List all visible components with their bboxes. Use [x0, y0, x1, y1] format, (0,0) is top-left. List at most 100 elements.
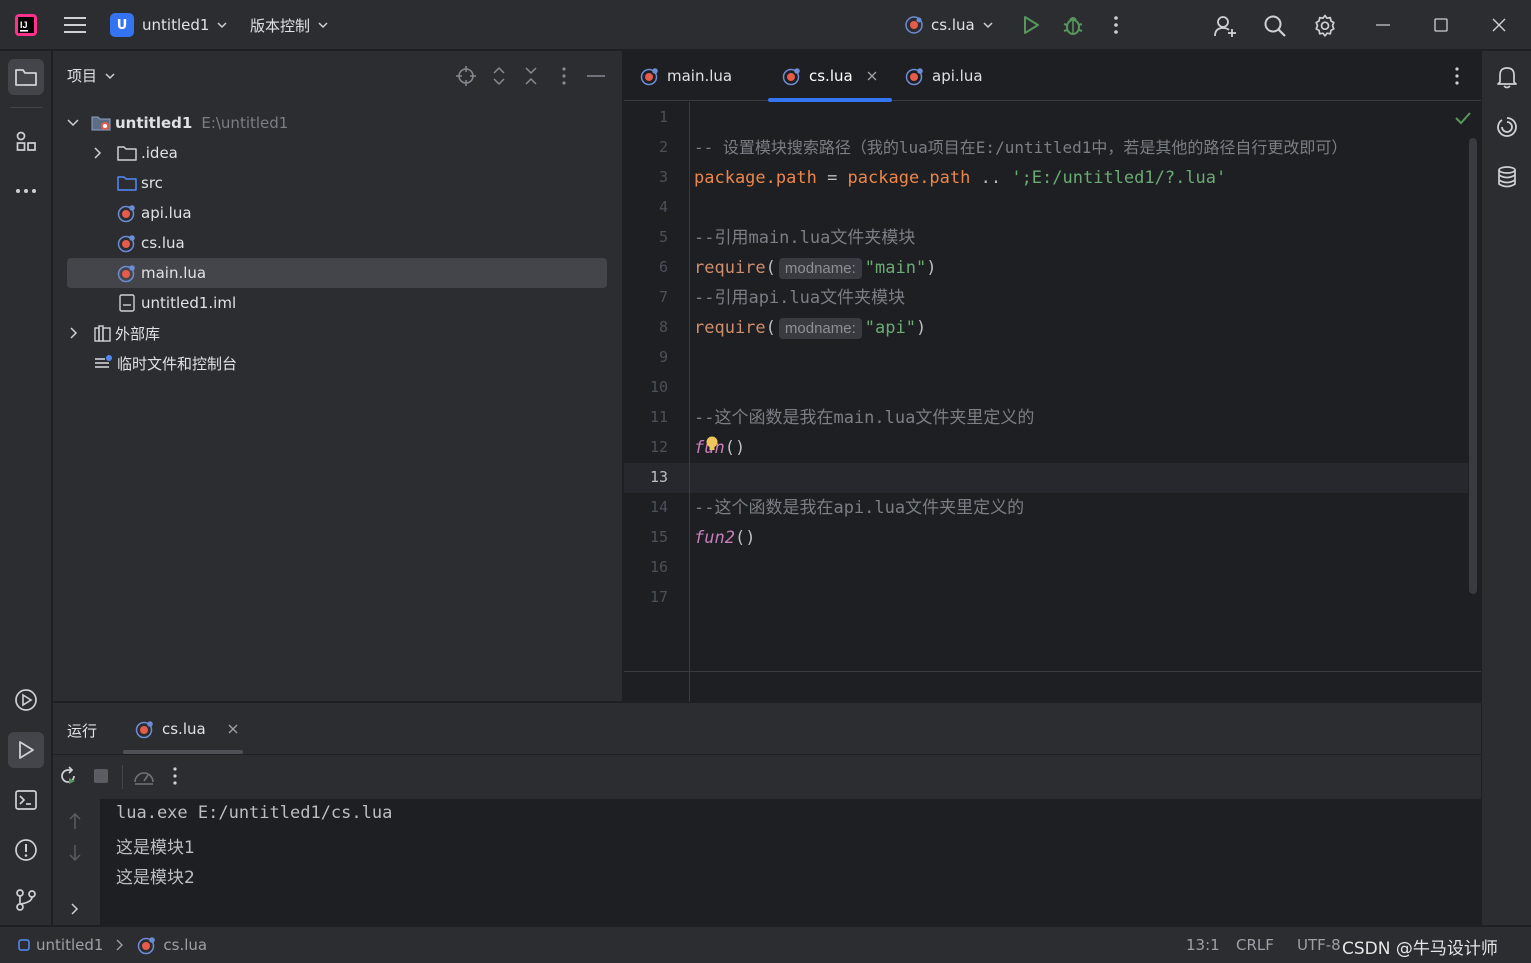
console-line: 这是模块2: [116, 868, 195, 888]
structure-tool-button[interactable]: [8, 123, 44, 159]
maximize-icon[interactable]: [1428, 12, 1454, 38]
file-encoding[interactable]: UTF-8: [1297, 936, 1341, 954]
project-tool-button[interactable]: [8, 59, 44, 95]
profiler-icon[interactable]: [132, 765, 156, 787]
project-folder-icon: [91, 116, 111, 131]
locate-icon[interactable]: [455, 65, 477, 87]
tab-main-lua[interactable]: main.lua: [640, 51, 732, 101]
ai-assistant-icon: [1497, 117, 1517, 137]
breadcrumb-file[interactable]: cs.lua: [163, 936, 207, 954]
comment: --这个函数是我在main.lua文件夹里定义的: [694, 408, 1035, 428]
add-user-icon[interactable]: [1211, 12, 1239, 40]
more-actions-icon[interactable]: [1104, 12, 1128, 38]
tab-label: main.lua: [667, 67, 733, 85]
debug-icon[interactable]: [1060, 12, 1086, 38]
search-icon[interactable]: [1261, 12, 1289, 40]
git-tool-button[interactable]: [8, 882, 44, 918]
hide-panel-icon[interactable]: [585, 65, 607, 87]
string-literal: "main": [864, 258, 927, 278]
line-separator[interactable]: CRLF: [1236, 936, 1274, 954]
lua-file-icon: [135, 721, 153, 739]
more-tools-button[interactable]: [8, 173, 44, 209]
folder-icon: [117, 146, 137, 161]
tab-options-icon[interactable]: [1446, 65, 1468, 87]
run-panel-title: 运行: [67, 722, 98, 740]
tree-item-api-lua[interactable]: api.lua: [117, 198, 607, 228]
tree-item-main-lua[interactable]: main.lua: [67, 258, 607, 288]
stop-icon[interactable]: [90, 765, 112, 787]
database-icon: [1498, 166, 1516, 188]
notifications-button[interactable]: [1489, 59, 1525, 95]
editor-scrollbar[interactable]: [1469, 138, 1477, 594]
problems-tool-button[interactable]: [8, 832, 44, 868]
project-widget[interactable]: U untitled1: [110, 12, 227, 38]
paren: (): [734, 528, 756, 548]
collapse-all-icon[interactable]: [520, 65, 542, 87]
chevron-down-icon: [983, 22, 993, 29]
tree-item-idea[interactable]: .idea: [93, 138, 607, 168]
bell-icon: [1497, 67, 1517, 89]
console-output[interactable]: lua.exe E:/untitled1/cs.lua 这是模块1 这是模块2: [100, 799, 1481, 926]
scratches-icon: [95, 355, 112, 368]
svg-text:IJ: IJ: [20, 20, 28, 30]
scroll-down-icon[interactable]: [65, 843, 85, 863]
database-button[interactable]: [1489, 159, 1525, 195]
breadcrumb-project[interactable]: untitled1: [36, 936, 103, 954]
tree-item-label: src: [141, 174, 163, 192]
tree-item-src[interactable]: src: [117, 168, 607, 198]
string-literal: "api": [864, 318, 916, 338]
tab-api-lua[interactable]: api.lua: [905, 51, 983, 101]
lua-file-icon: [117, 235, 135, 253]
vcs-widget[interactable]: 版本控制: [250, 12, 328, 38]
app-logo-icon[interactable]: IJ: [12, 11, 40, 39]
tree-item-label: .idea: [141, 144, 178, 162]
right-tool-strip: [1481, 51, 1531, 925]
close-tab-icon[interactable]: [227, 723, 239, 735]
settings-gear-icon[interactable]: [1311, 12, 1339, 40]
caret-position[interactable]: 13:1: [1186, 936, 1220, 954]
ai-assistant-button[interactable]: [1489, 109, 1525, 145]
tab-cs-lua[interactable]: cs.lua: [782, 51, 878, 101]
run-tool-button[interactable]: [8, 732, 44, 768]
run-tab-cs-lua[interactable]: cs.lua: [135, 719, 239, 739]
services-tool-button[interactable]: [8, 682, 44, 718]
tree-item-iml[interactable]: untitled1.iml: [117, 288, 607, 318]
close-icon[interactable]: [1486, 12, 1512, 38]
scroll-up-icon[interactable]: [65, 811, 85, 831]
lua-file-icon: [117, 205, 135, 223]
project-panel-header[interactable]: 项目: [67, 65, 115, 86]
run-panel-divider: [53, 754, 1481, 755]
identifier: package.path: [847, 168, 971, 188]
terminal-tool-button[interactable]: [8, 782, 44, 818]
title-bar: IJ U untitled1 版本控制 cs.lua: [0, 0, 1531, 50]
operator: ..: [970, 168, 1012, 188]
main-menu-icon[interactable]: [60, 10, 90, 40]
tree-item-label: main.lua: [141, 264, 207, 282]
tree-item-scratches[interactable]: 临时文件和控制台: [93, 348, 607, 378]
tree-item-label: 临时文件和控制台: [117, 354, 238, 373]
tree-item-project-root[interactable]: untitled1 E:\untitled1: [67, 108, 607, 138]
editor-panel: main.lua cs.lua api.lua 1 2 3 4 5 6 7 8 9 10 11 12 1…: [623, 51, 1481, 722]
chevron-down-icon: [318, 22, 328, 29]
close-tab-icon[interactable]: [866, 70, 878, 82]
paren: ): [926, 258, 937, 278]
function-name: require: [694, 318, 766, 338]
rerun-icon[interactable]: [57, 765, 79, 787]
run-icon[interactable]: [1018, 12, 1044, 38]
comment: --引用api.lua文件夹模块: [694, 288, 906, 308]
lua-file-icon: [640, 68, 658, 86]
code-area[interactable]: -- 设置模块搜索路径（我的lua项目在E:/untitled1中，若是其他的路…: [624, 103, 1469, 723]
expand-all-icon[interactable]: [488, 65, 510, 87]
minimize-icon[interactable]: [1370, 12, 1396, 38]
toolbar-separator: [122, 765, 123, 789]
tree-item-cs-lua[interactable]: cs.lua: [117, 228, 607, 258]
chevron-right-icon[interactable]: [65, 899, 85, 919]
lightbulb-icon[interactable]: [705, 436, 719, 456]
run-tab-label: cs.lua: [162, 720, 206, 738]
tree-item-external-libraries[interactable]: 外部库: [69, 318, 607, 348]
editor-bottom-divider: [624, 671, 1481, 672]
run-config-selector[interactable]: cs.lua: [905, 12, 993, 38]
library-icon: [94, 325, 111, 342]
run-options-icon[interactable]: [165, 765, 185, 787]
options-icon[interactable]: [553, 65, 575, 87]
